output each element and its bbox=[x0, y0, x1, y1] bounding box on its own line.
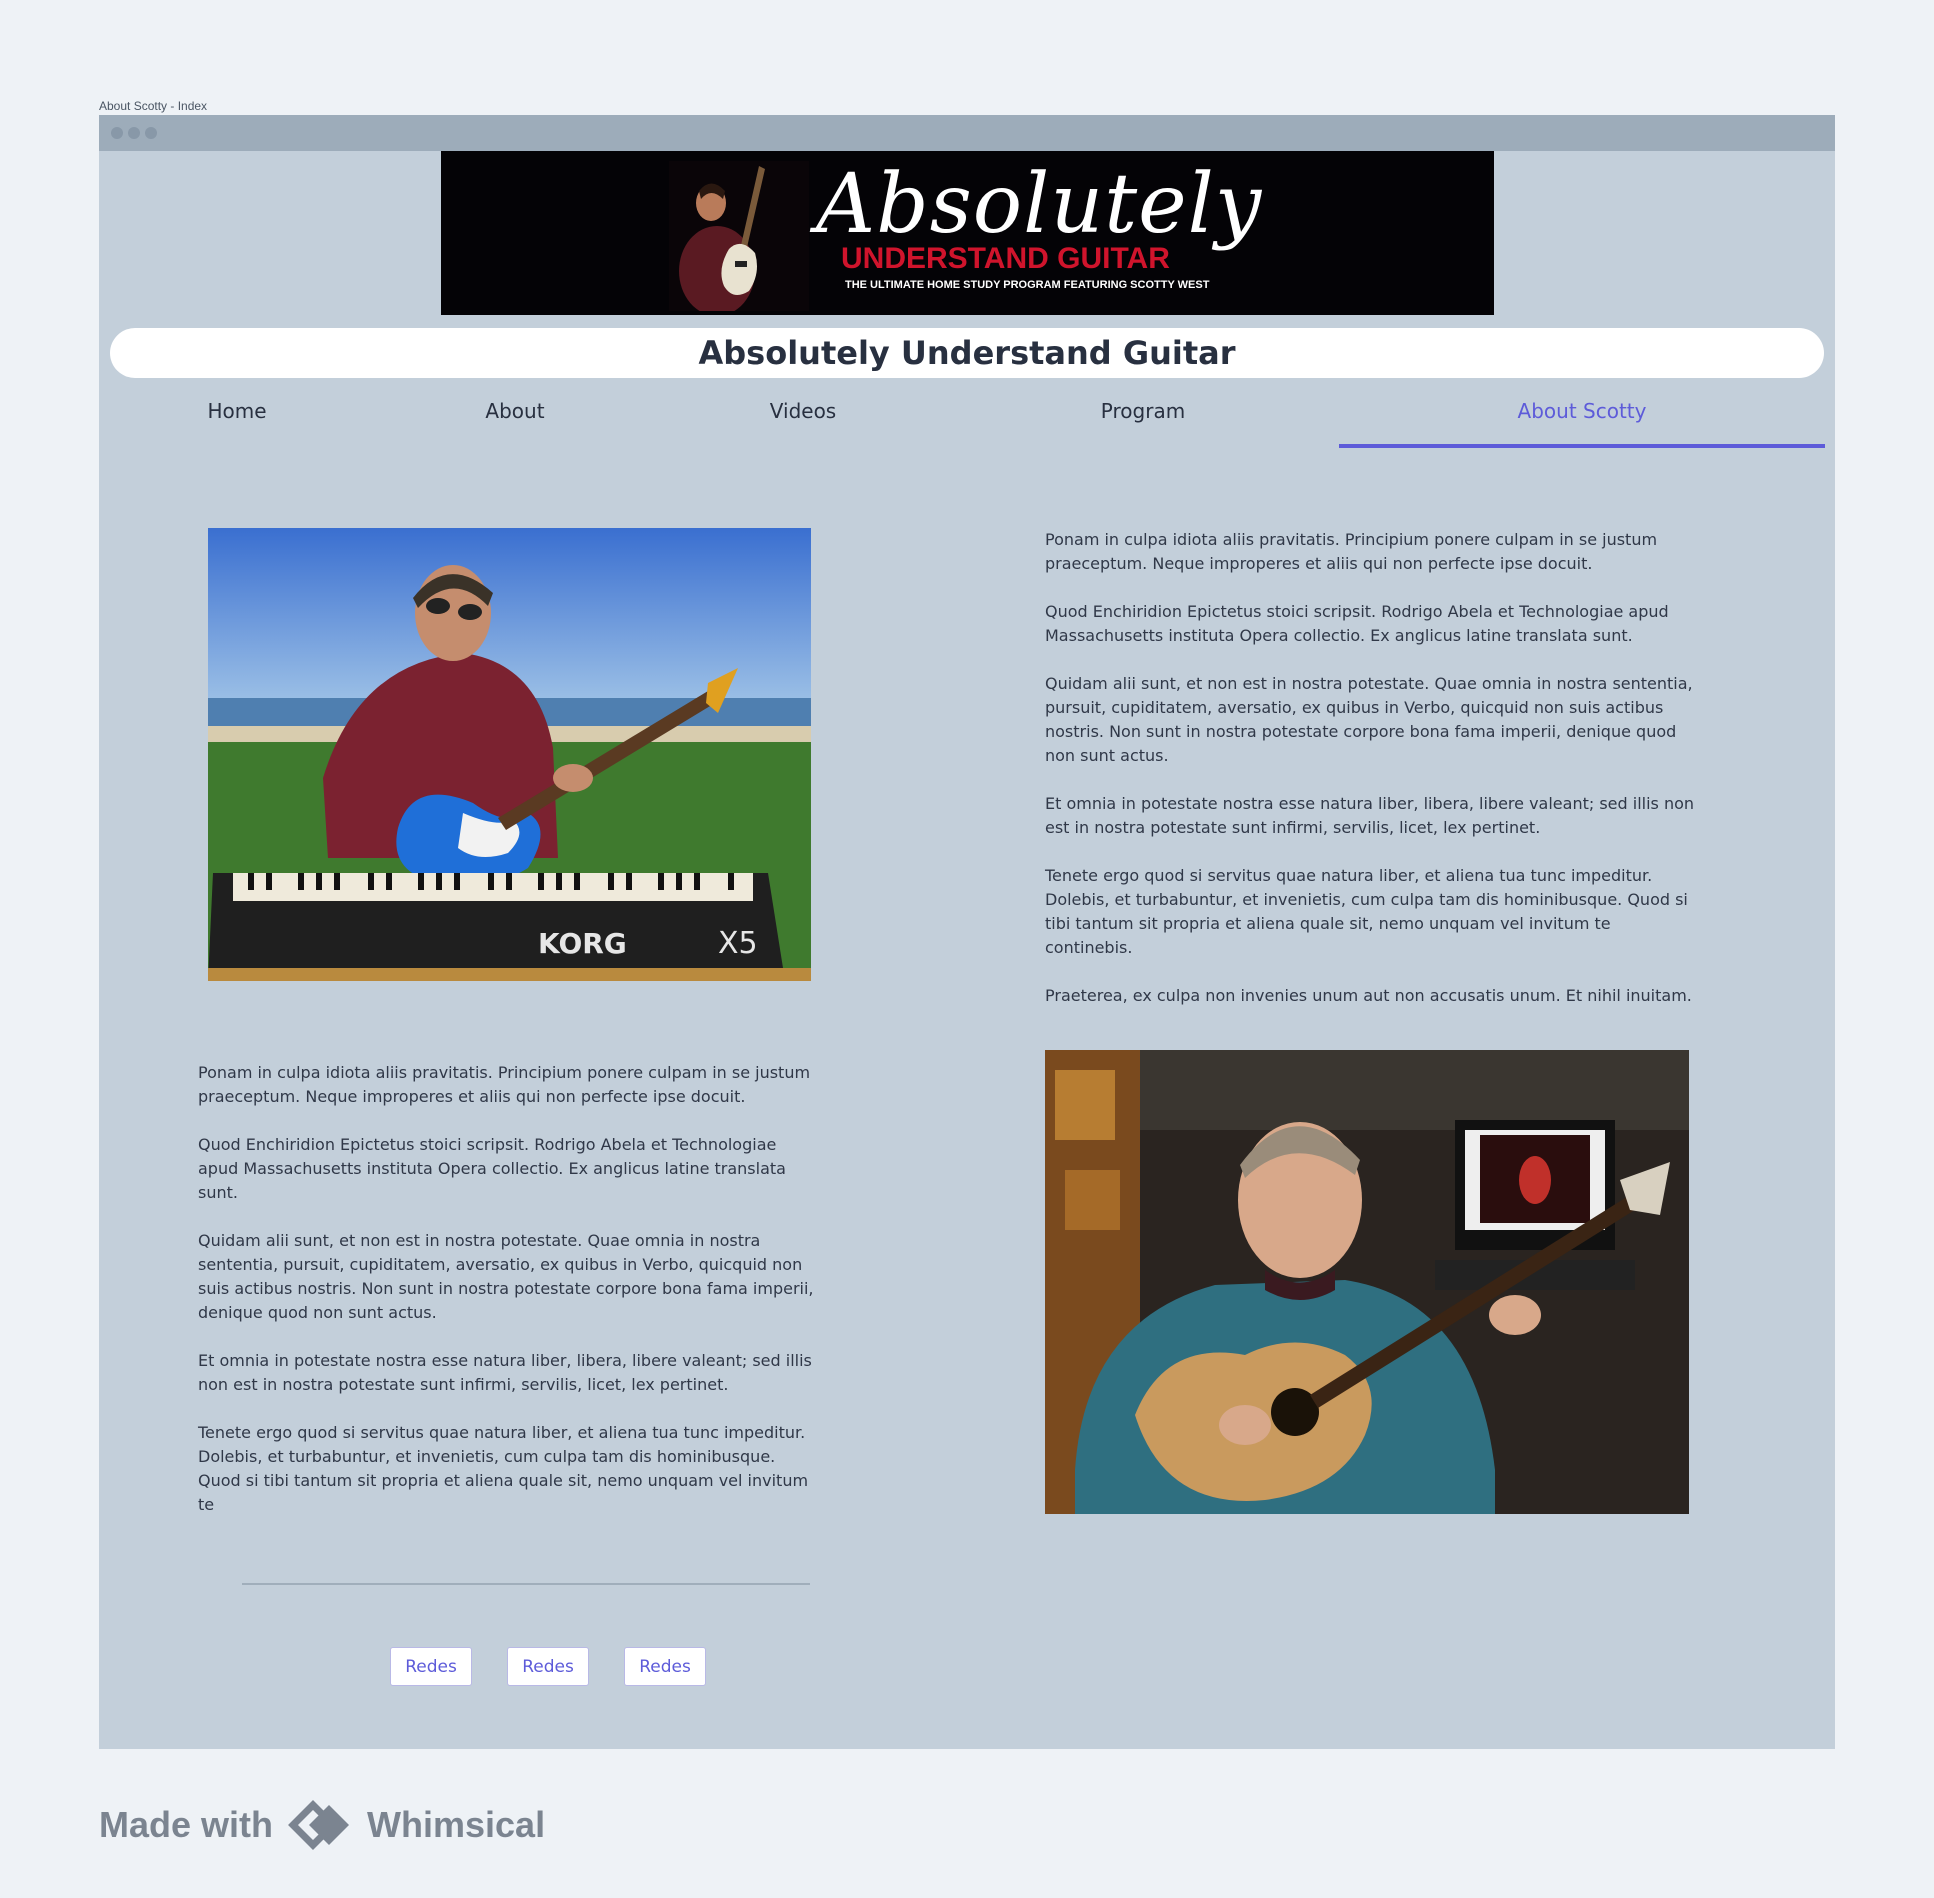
footer-brand: Whimsical bbox=[367, 1804, 546, 1845]
banner-headline: Absolutely bbox=[816, 157, 1263, 252]
right-text-block: Ponam in culpa idiota aliis pravitatis. … bbox=[1045, 528, 1695, 1032]
banner-subheadline: UNDERSTAND GUITAR bbox=[841, 242, 1170, 275]
right-paragraph: Tenete ergo quod si servitus quae natura… bbox=[1045, 866, 1688, 957]
redes-button-1[interactable]: Redes bbox=[390, 1647, 472, 1686]
minimize-window-dot[interactable] bbox=[128, 127, 140, 139]
window-title: About Scotty - Index bbox=[99, 99, 208, 113]
nav-videos[interactable]: Videos bbox=[705, 378, 901, 444]
left-paragraph: Quidam alii sunt, et non est in nostra p… bbox=[198, 1231, 814, 1322]
browser-window: Absolutely UNDERSTAND GUITAR THE ULTIMAT… bbox=[99, 115, 1835, 1749]
nav-about[interactable]: About bbox=[417, 378, 613, 444]
whimsical-logo-icon bbox=[288, 1800, 350, 1850]
keyboard-brand-label: KORG bbox=[538, 927, 627, 960]
window-controls bbox=[111, 127, 157, 139]
beach-guitar-photo: KORG X5 bbox=[208, 528, 811, 981]
footer-prefix: Made with bbox=[99, 1804, 274, 1845]
window-titlebar bbox=[99, 115, 1835, 151]
main-nav: Home About Videos Program About Scotty bbox=[99, 378, 1835, 448]
studio-guitar-photo bbox=[1045, 1050, 1689, 1514]
redes-button-2[interactable]: Redes bbox=[507, 1647, 589, 1686]
banner-tagline: THE ULTIMATE HOME STUDY PROGRAM FEATURIN… bbox=[845, 279, 1210, 291]
right-paragraph: Et omnia in potestate nostra esse natura… bbox=[1045, 794, 1695, 837]
right-paragraph: Praeterea, ex culpa non invenies unum au… bbox=[1045, 986, 1692, 1005]
left-paragraph: Quod Enchiridion Epictetus stoici scrips… bbox=[198, 1135, 786, 1202]
page-title-bar: Absolutely Understand Guitar bbox=[110, 328, 1824, 378]
nav-about-scotty[interactable]: About Scotty bbox=[1339, 378, 1825, 448]
nav-home[interactable]: Home bbox=[139, 378, 335, 444]
page-title: Absolutely Understand Guitar bbox=[698, 334, 1236, 372]
redes-button-3[interactable]: Redes bbox=[624, 1647, 706, 1686]
close-window-dot[interactable] bbox=[111, 127, 123, 139]
left-text-block: Ponam in culpa idiota aliis pravitatis. … bbox=[198, 1061, 818, 1541]
maximize-window-dot[interactable] bbox=[145, 127, 157, 139]
nav-program[interactable]: Program bbox=[1045, 378, 1241, 444]
header-banner: Absolutely UNDERSTAND GUITAR THE ULTIMAT… bbox=[441, 151, 1494, 315]
left-paragraph: Tenete ergo quod si servitus quae natura… bbox=[198, 1423, 809, 1514]
footer-divider bbox=[242, 1583, 810, 1585]
right-paragraph: Quidam alii sunt, et non est in nostra p… bbox=[1045, 674, 1693, 765]
right-paragraph: Quod Enchiridion Epictetus stoici scrips… bbox=[1045, 602, 1669, 645]
left-paragraph: Et omnia in potestate nostra esse natura… bbox=[198, 1351, 812, 1394]
left-paragraph: Ponam in culpa idiota aliis pravitatis. … bbox=[198, 1063, 811, 1106]
keyboard-model-label: X5 bbox=[718, 926, 758, 961]
made-with-whimsical: Made with Whimsical bbox=[99, 1798, 545, 1852]
right-paragraph: Ponam in culpa idiota aliis pravitatis. … bbox=[1045, 530, 1658, 573]
guitarist-banner-photo bbox=[669, 161, 809, 311]
